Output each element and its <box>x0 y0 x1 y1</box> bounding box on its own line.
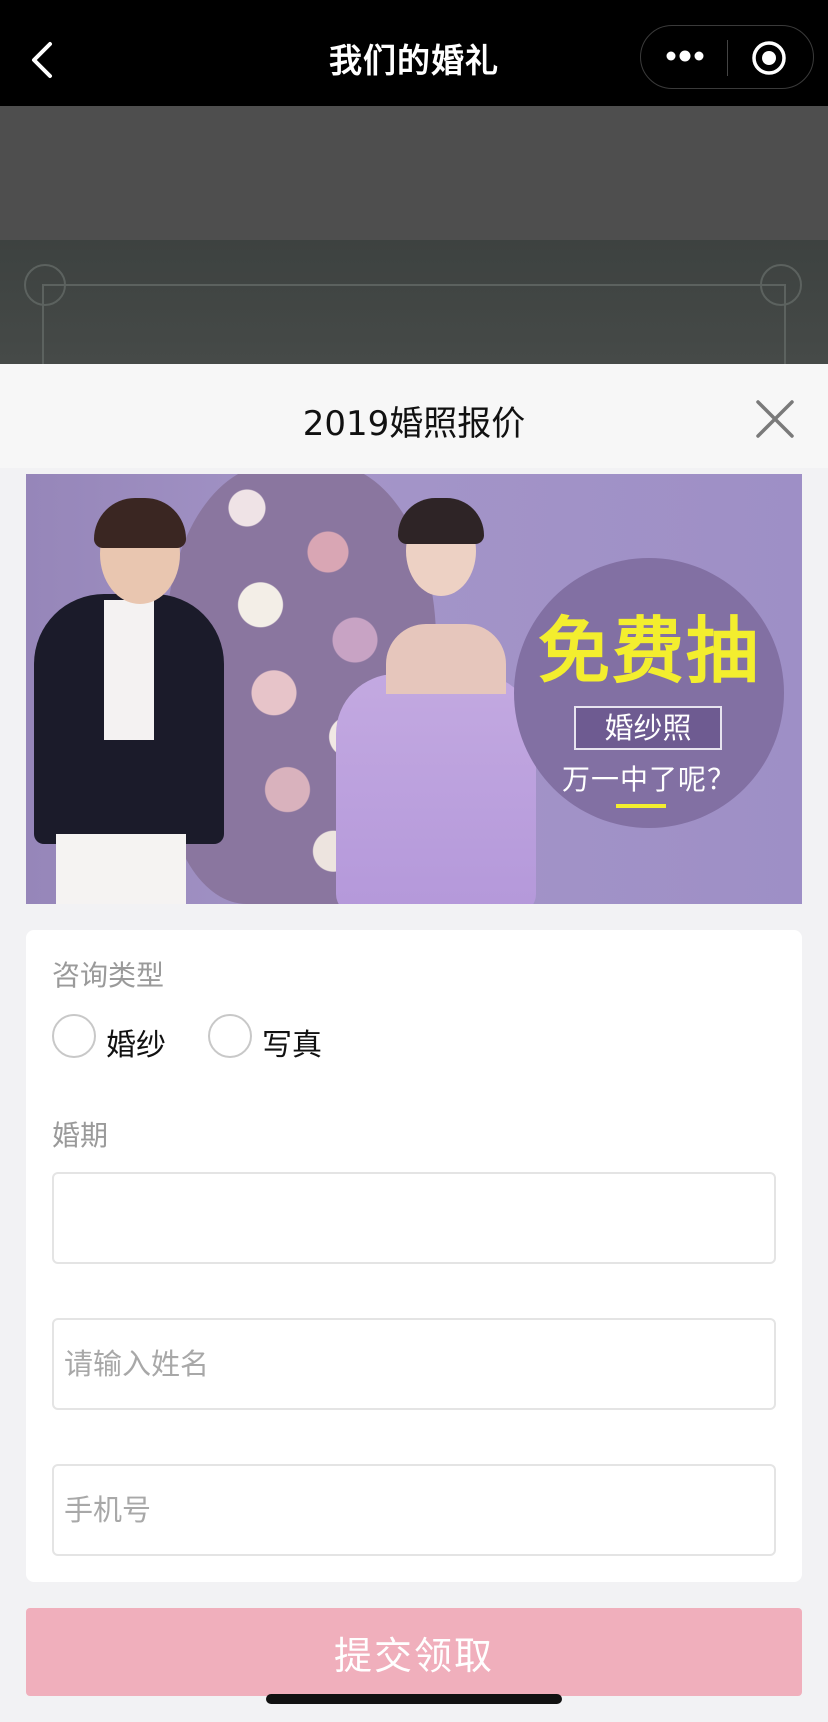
submit-button[interactable]: 提交领取 <box>26 1608 802 1696</box>
close-icon[interactable] <box>754 398 796 440</box>
mini-program-capsule <box>640 25 814 89</box>
bride-figure <box>336 674 536 904</box>
phone-input[interactable] <box>52 1464 776 1556</box>
modal-title: 2019婚照报价 <box>302 404 526 444</box>
wedding-date-field[interactable] <box>52 1172 776 1264</box>
promo-subline: 万一中了呢？ <box>561 763 736 796</box>
home-indicator <box>266 1694 562 1704</box>
type-label: 咨询类型 <box>52 959 165 992</box>
date-label: 婚期 <box>52 1119 109 1152</box>
consultation-form: 咨询类型 婚纱 写真 婚期 <box>26 930 802 1582</box>
frame-ornament <box>24 264 66 306</box>
groom-pants <box>56 834 186 904</box>
radio-wedding-dress[interactable] <box>52 1014 96 1058</box>
promo-headline: 免费抽 <box>537 609 760 693</box>
dimmed-overlay <box>0 106 828 240</box>
radio-portrait[interactable] <box>208 1014 252 1058</box>
capsule-divider <box>727 40 728 76</box>
promo-tag: 婚纱照 <box>574 706 722 750</box>
invitation-frame <box>42 284 786 364</box>
dimmed-invitation-background <box>0 240 828 364</box>
frame-ornament <box>760 264 802 306</box>
modal-header: 2019婚照报价 <box>0 364 828 468</box>
name-input[interactable] <box>52 1318 776 1410</box>
radio-label-wedding-dress[interactable]: 婚纱 <box>106 1020 166 1064</box>
navigation-bar: 我们的婚礼 <box>0 0 828 106</box>
radio-label-portrait[interactable]: 写真 <box>262 1020 322 1064</box>
groom-hair <box>94 498 186 548</box>
promo-underline <box>616 804 666 808</box>
groom-shirt <box>104 600 154 740</box>
bride-hair <box>398 498 484 544</box>
target-circle-icon[interactable] <box>751 40 787 76</box>
promo-banner-image: 免费抽 婚纱照 万一中了呢？ <box>26 474 802 904</box>
more-dots-icon[interactable] <box>665 42 705 70</box>
bride-shoulders <box>386 624 506 694</box>
